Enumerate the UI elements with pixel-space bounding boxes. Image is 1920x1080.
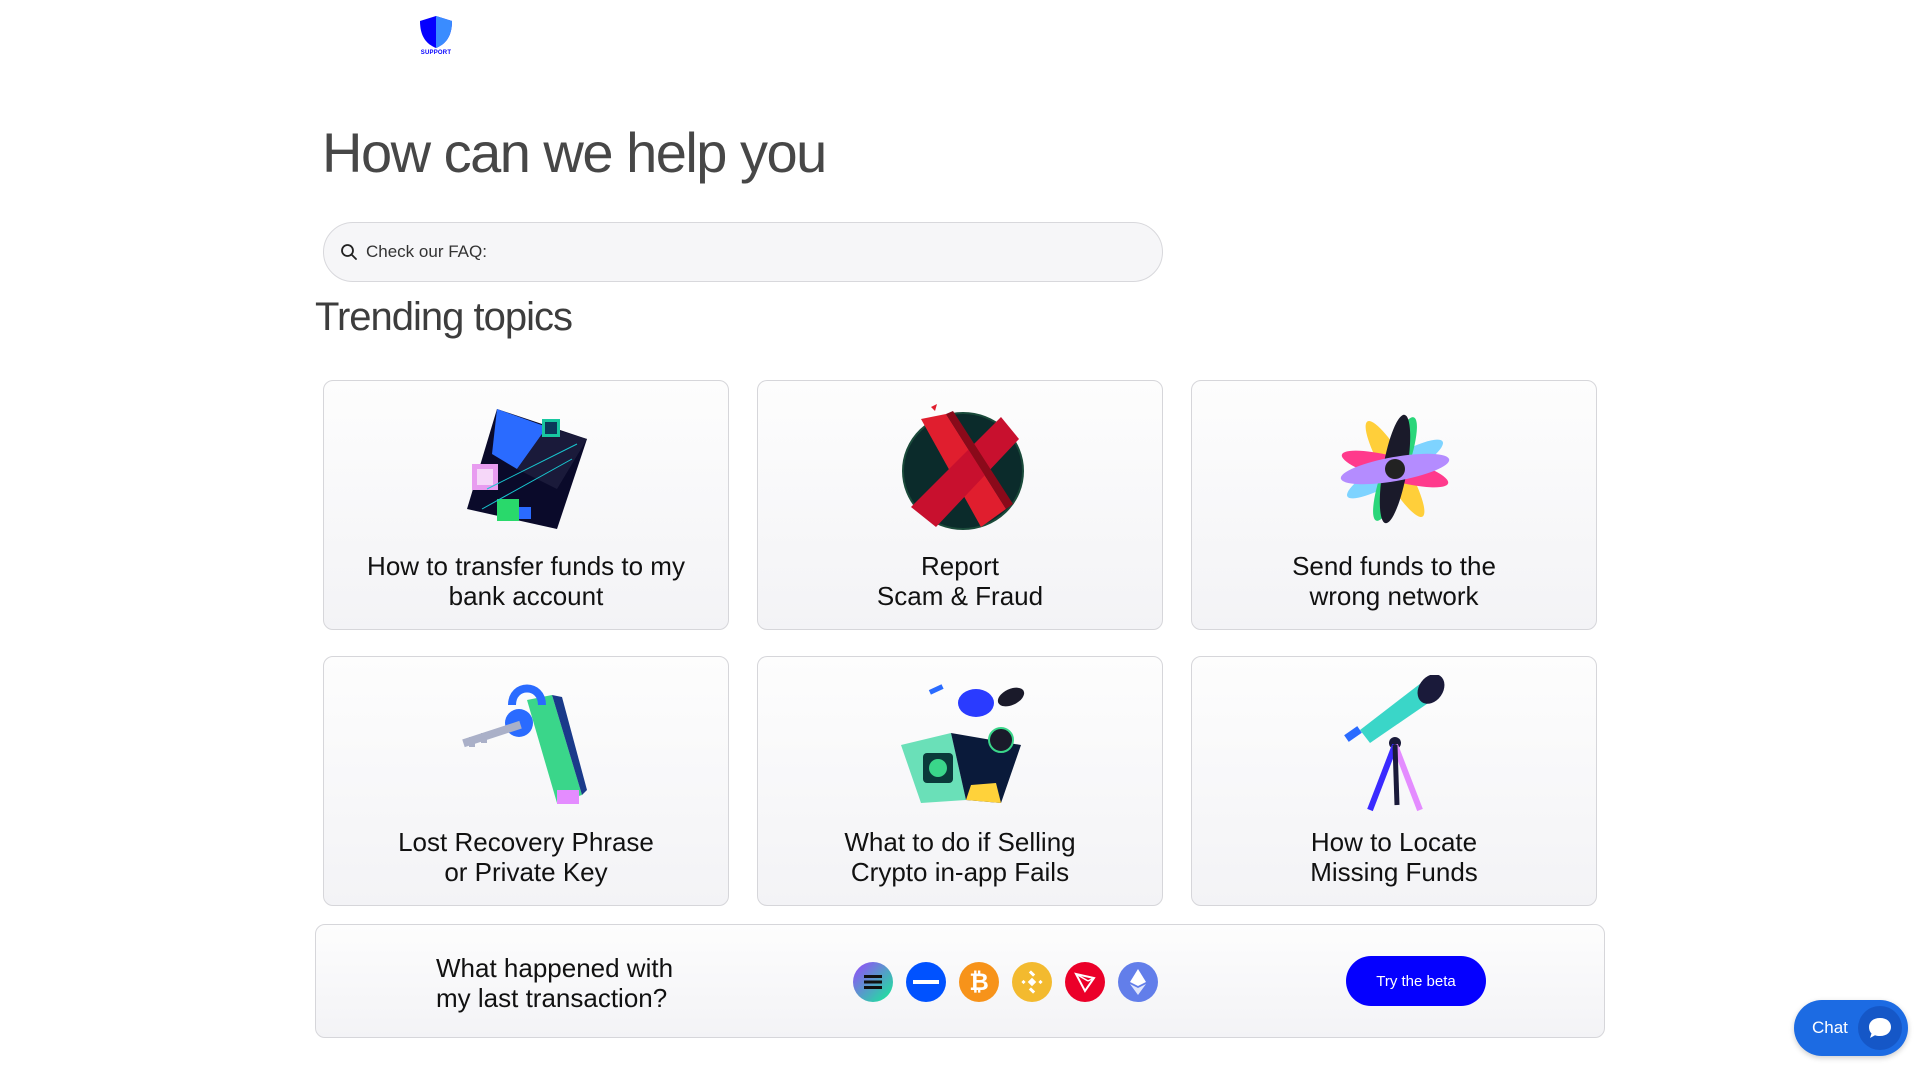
topic-card-line1: How to Locate — [1310, 827, 1478, 857]
topic-card-scam-fraud[interactable]: Report Scam & Fraud — [757, 380, 1163, 630]
solana-icon — [853, 962, 893, 1002]
ethereum-icon — [1118, 962, 1158, 1002]
try-beta-button[interactable]: Try the beta — [1346, 956, 1486, 1006]
tx-question-line2: my last transaction? — [436, 983, 668, 1013]
topic-card-line2: bank account — [448, 581, 604, 611]
topic-card-line2: wrong network — [1309, 581, 1479, 611]
topic-card-line1: Lost Recovery Phrase — [398, 827, 654, 857]
supported-chains: ₿ — [853, 962, 1158, 1002]
topic-card-line1: Send funds to the — [1292, 551, 1496, 581]
telescope-illustration — [1344, 675, 1445, 812]
tx-question-line1: What happened with — [436, 953, 674, 983]
minus-coin-icon — [906, 962, 946, 1002]
topic-card-wrong-network[interactable]: Send funds to the wrong network — [1191, 380, 1597, 630]
wallet-coins-illustration — [901, 684, 1025, 803]
search-icon — [341, 244, 357, 260]
topic-card-line1: How to transfer funds to my — [367, 551, 685, 581]
bank-transfer-illustration — [467, 409, 587, 529]
topic-card-line2: Missing Funds — [1310, 857, 1478, 887]
topic-card-line2: or Private Key — [444, 857, 608, 887]
topic-card-recovery-phrase[interactable]: Lost Recovery Phrase or Private Key — [323, 656, 729, 906]
coins-fan-illustration — [1340, 414, 1450, 524]
last-transaction-banner: What happened with my last transaction? … — [315, 924, 1605, 1038]
topic-card-bank-transfer[interactable]: How to transfer funds to my bank account — [323, 380, 729, 630]
topic-card-selling-fails[interactable]: What to do if Selling Crypto in-app Fail… — [757, 656, 1163, 906]
key-illustration — [462, 684, 587, 804]
logo-text: SUPPORT — [420, 50, 452, 56]
support-logo[interactable]: SUPPORT — [416, 14, 456, 60]
chat-bubble-icon — [1858, 1006, 1902, 1050]
topic-card-line1: What to do if Selling — [844, 827, 1076, 857]
trending-topics-grid: How to transfer funds to my bank account… — [323, 380, 1597, 906]
topic-card-line2: Scam & Fraud — [876, 581, 1044, 611]
faq-search-input[interactable] — [366, 242, 1126, 262]
bnb-icon — [1012, 962, 1052, 1002]
tron-icon — [1065, 962, 1105, 1002]
faq-search-bar[interactable] — [323, 222, 1163, 282]
trending-topics-title: Trending topics — [315, 295, 573, 339]
chat-launcher-button[interactable]: Chat — [1794, 1000, 1908, 1056]
chat-label: Chat — [1812, 1018, 1848, 1037]
shield-icon — [420, 16, 452, 48]
page-title: How can we help you — [322, 121, 827, 184]
scam-x-illustration — [902, 404, 1024, 530]
topic-card-line2: Crypto in-app Fails — [850, 857, 1070, 887]
bitcoin-icon: ₿ — [959, 962, 999, 1002]
topic-card-line1: Report — [920, 551, 1000, 581]
topic-card-missing-funds[interactable]: How to Locate Missing Funds — [1191, 656, 1597, 906]
